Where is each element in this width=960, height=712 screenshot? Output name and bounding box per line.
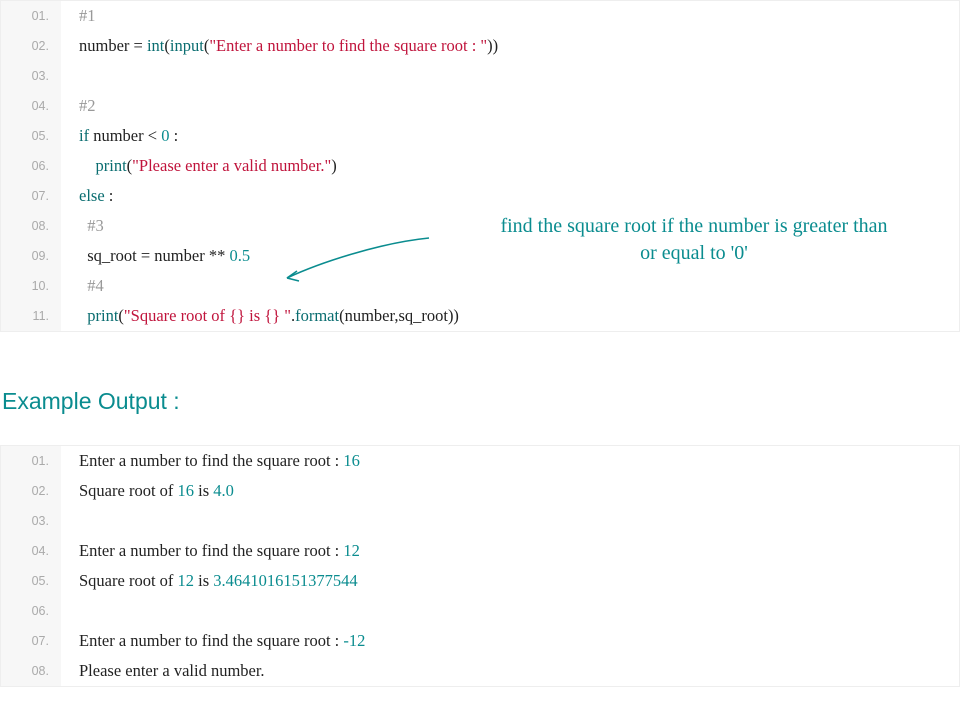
code-line: 02.Square root of 16 is 4.0 xyxy=(1,476,959,506)
line-content: number = int(input("Enter a number to fi… xyxy=(61,36,498,56)
line-number: 06. xyxy=(1,596,61,626)
line-content: if number < 0 : xyxy=(61,126,178,146)
line-number: 09. xyxy=(1,241,61,271)
line-number: 08. xyxy=(1,656,61,686)
example-output-heading: Example Output : xyxy=(0,388,960,415)
output-code-block: 01.Enter a number to find the square roo… xyxy=(0,445,960,687)
line-content: Please enter a valid number. xyxy=(61,661,265,681)
code-line: 06. xyxy=(1,596,959,626)
line-content: else : xyxy=(61,186,113,206)
code-line: 04.#2 xyxy=(1,91,959,121)
code-line: 03. xyxy=(1,506,959,536)
line-number: 05. xyxy=(1,121,61,151)
code-line: 05.Square root of 12 is 3.46410161513775… xyxy=(1,566,959,596)
line-number: 05. xyxy=(1,566,61,596)
line-number: 01. xyxy=(1,446,61,476)
line-content: print("Please enter a valid number.") xyxy=(61,156,337,176)
code-line: 02.number = int(input("Enter a number to… xyxy=(1,31,959,61)
code-line: 04.Enter a number to find the square roo… xyxy=(1,536,959,566)
code-line: 08. #3 xyxy=(1,211,959,241)
line-number: 02. xyxy=(1,476,61,506)
line-number: 01. xyxy=(1,1,61,31)
line-number: 07. xyxy=(1,626,61,656)
code-line: 01.Enter a number to find the square roo… xyxy=(1,446,959,476)
line-number: 03. xyxy=(1,506,61,536)
line-content: #4 xyxy=(61,276,104,296)
line-number: 04. xyxy=(1,536,61,566)
code-line: 07.Enter a number to find the square roo… xyxy=(1,626,959,656)
source-code-block: 01.#102.number = int(input("Enter a numb… xyxy=(0,0,960,332)
line-number: 02. xyxy=(1,31,61,61)
line-number: 07. xyxy=(1,181,61,211)
line-number: 08. xyxy=(1,211,61,241)
code-line: 06. print("Please enter a valid number."… xyxy=(1,151,959,181)
line-number: 10. xyxy=(1,271,61,301)
line-content: Enter a number to find the square root :… xyxy=(61,631,365,651)
line-number: 03. xyxy=(1,61,61,91)
code-line: 09. sq_root = number ** 0.5 xyxy=(1,241,959,271)
code-line: 11. print("Square root of {} is {} ".for… xyxy=(1,301,959,331)
code-line: 08.Please enter a valid number. xyxy=(1,656,959,686)
line-content: Enter a number to find the square root :… xyxy=(61,541,360,561)
line-content: print("Square root of {} is {} ".format(… xyxy=(61,306,459,326)
code-line: 10. #4 xyxy=(1,271,959,301)
line-content: Square root of 12 is 3.4641016151377544 xyxy=(61,571,358,591)
line-number: 04. xyxy=(1,91,61,121)
line-number: 11. xyxy=(1,301,61,331)
code-line: 05.if number < 0 : xyxy=(1,121,959,151)
line-content: Enter a number to find the square root :… xyxy=(61,451,360,471)
code-line: 07.else : xyxy=(1,181,959,211)
line-content: Square root of 16 is 4.0 xyxy=(61,481,234,501)
line-content: #1 xyxy=(61,6,96,26)
line-content: #2 xyxy=(61,96,96,116)
code-line: 03. xyxy=(1,61,959,91)
code-line: 01.#1 xyxy=(1,1,959,31)
line-number: 06. xyxy=(1,151,61,181)
line-content: #3 xyxy=(61,216,104,236)
line-content: sq_root = number ** 0.5 xyxy=(61,246,250,266)
